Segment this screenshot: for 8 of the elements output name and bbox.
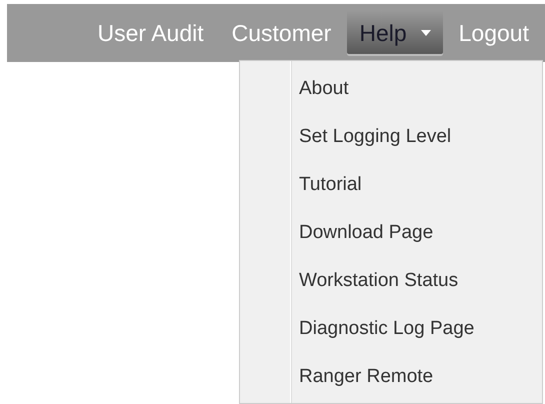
menu-item[interactable]: Ranger Remote bbox=[291, 353, 542, 401]
menu-item[interactable]: About bbox=[291, 65, 542, 113]
menu-item[interactable]: Workstation Status bbox=[291, 257, 542, 305]
menu-item[interactable]: Download Page bbox=[291, 209, 542, 257]
menu-item[interactable]: Diagnostic Log Page bbox=[291, 305, 542, 353]
menu-item[interactable]: Tutorial bbox=[291, 161, 542, 209]
menu-item[interactable]: Set Logging Level bbox=[291, 113, 542, 161]
nav-item[interactable]: Help bbox=[347, 10, 443, 56]
